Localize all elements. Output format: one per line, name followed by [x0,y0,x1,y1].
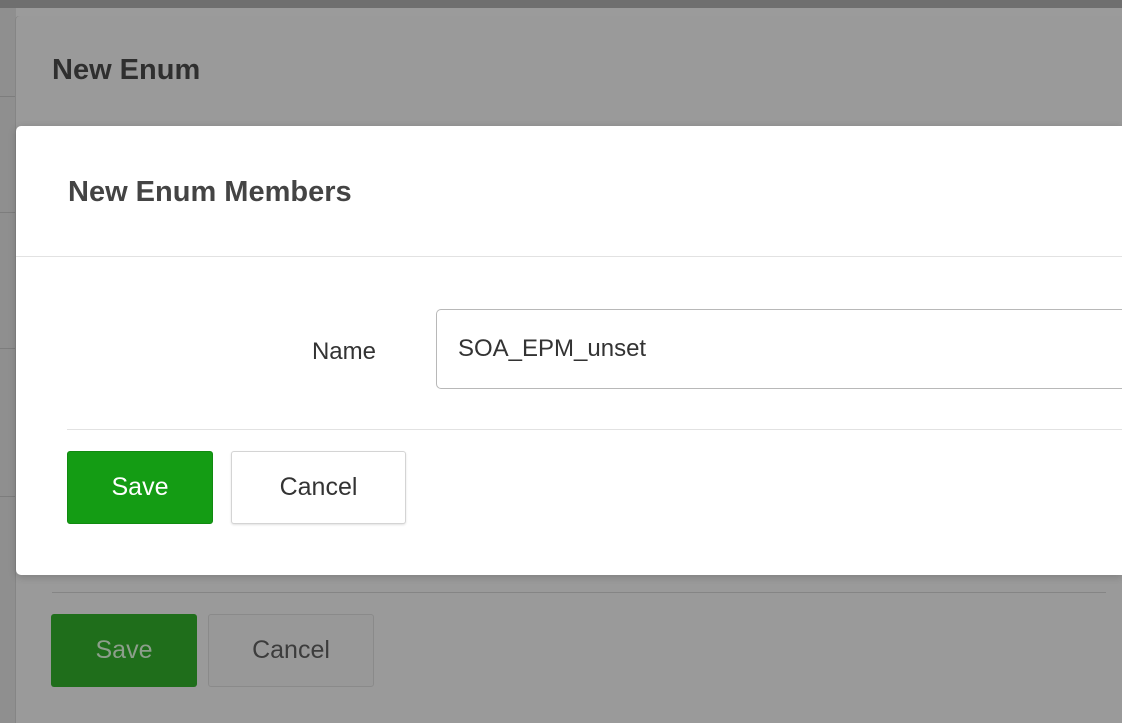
save-button[interactable]: Save [67,451,213,524]
dialog-footer-divider [67,429,1122,430]
background-cancel-button: Cancel [208,614,374,687]
name-input[interactable] [436,309,1122,389]
cancel-button[interactable]: Cancel [231,451,406,524]
background-divider [0,348,16,349]
background-top-bar [0,0,1122,8]
background-save-button: Save [51,614,197,687]
background-divider [0,212,16,213]
background-left-strip [0,8,16,723]
new-enum-members-dialog: New Enum Members Name Save Cancel [16,126,1122,575]
background-form-title: New Enum [52,54,201,86]
background-footer-divider [52,592,1106,593]
dialog-header: New Enum Members [16,126,1122,257]
background-divider [0,96,16,97]
background-divider [0,496,16,497]
dialog-title: New Enum Members [68,176,352,208]
name-field-label: Name [311,338,376,365]
